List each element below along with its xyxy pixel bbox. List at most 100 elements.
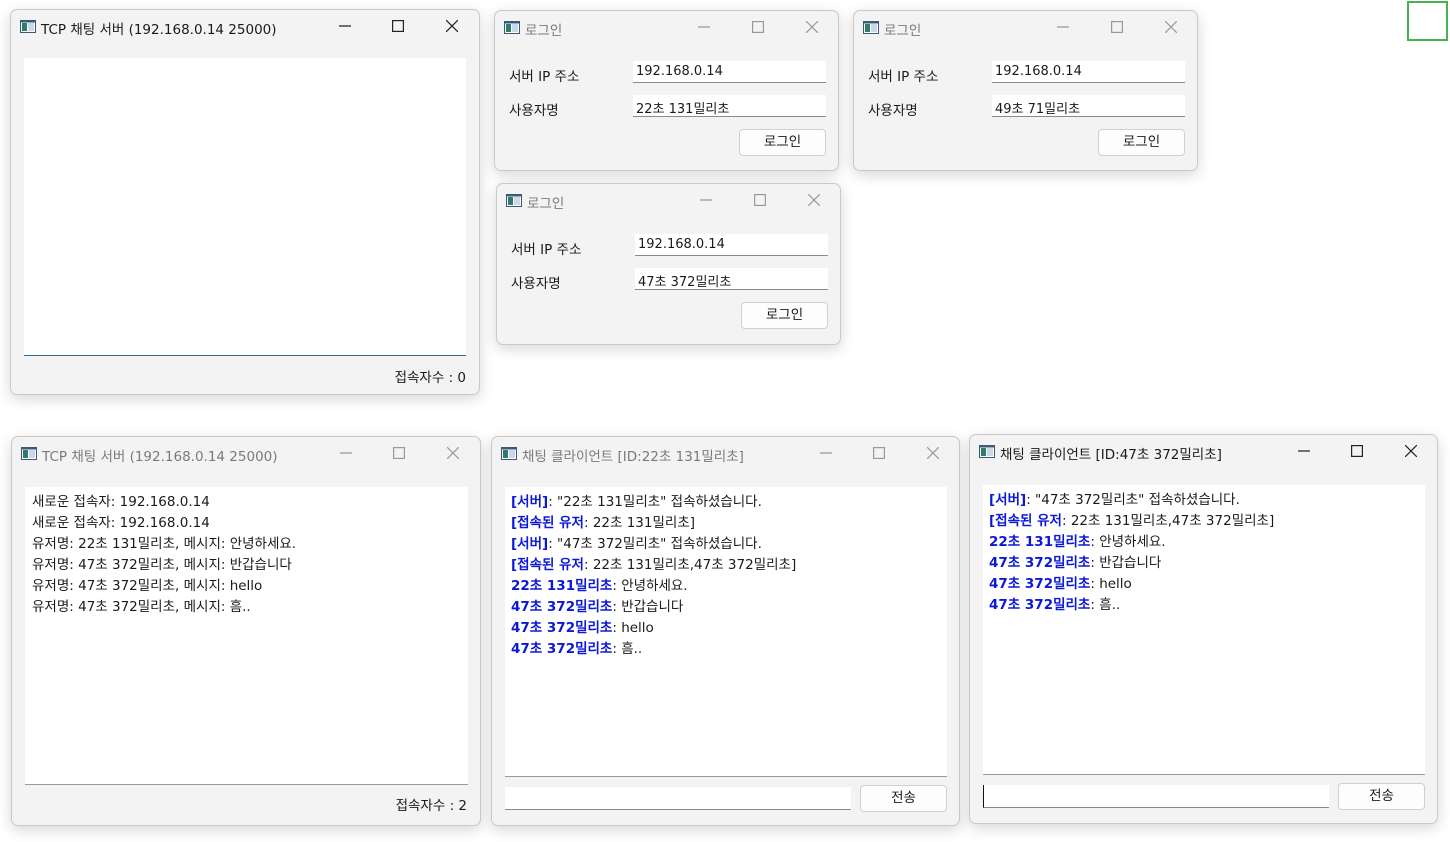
minimize-button[interactable] bbox=[323, 437, 369, 469]
minimize-button[interactable] bbox=[803, 437, 849, 469]
close-button[interactable] bbox=[429, 10, 475, 42]
login-button[interactable]: 로그인 bbox=[1098, 129, 1185, 156]
chat-message-panel[interactable]: [서버]: "22초 131밀리초" 접속하셨습니다. [접속된 유저: 22초… bbox=[505, 487, 947, 777]
close-button[interactable] bbox=[910, 437, 956, 469]
maximize-button[interactable] bbox=[737, 184, 783, 216]
server-ip-input[interactable]: 192.168.0.14 bbox=[635, 234, 828, 256]
message-input[interactable] bbox=[505, 787, 851, 810]
username-input[interactable]: 22초 131밀리초 bbox=[633, 95, 826, 117]
username-input[interactable]: 47초 372밀리초 bbox=[635, 268, 828, 290]
minimize-button[interactable] bbox=[322, 10, 368, 42]
minimize-button[interactable] bbox=[683, 184, 729, 216]
minimize-icon bbox=[1057, 26, 1069, 28]
titlebar[interactable]: 채팅 클라이언트 [ID:22초 131밀리초] bbox=[492, 437, 959, 471]
close-button[interactable] bbox=[791, 184, 837, 216]
message-sender: [접속된 유저 bbox=[511, 557, 584, 573]
maximize-button[interactable] bbox=[856, 437, 902, 469]
close-button[interactable] bbox=[1388, 435, 1434, 467]
login-button[interactable]: 로그인 bbox=[741, 302, 828, 329]
chat-message: [접속된 유저: 22초 131밀리초,47초 372밀리초] bbox=[989, 511, 1419, 532]
log-line: 유저명: 22초 131밀리초, 메시지: 안녕하세요. bbox=[32, 536, 297, 552]
chat-message: 47초 372밀리초: hello bbox=[989, 574, 1419, 595]
maximize-button[interactable] bbox=[1334, 435, 1380, 467]
message-text: : "22초 131밀리초" 접속하셨습니다. bbox=[548, 494, 762, 510]
send-button[interactable]: 전송 bbox=[1338, 783, 1425, 810]
window-title: TCP 채팅 서버 (192.168.0.14 25000) bbox=[42, 449, 278, 465]
close-icon bbox=[1165, 21, 1177, 33]
message-sender: 47초 372밀리초 bbox=[511, 620, 613, 636]
chat-message: 47초 372밀리초: hello bbox=[511, 618, 941, 639]
message-text: : hello bbox=[1090, 576, 1132, 592]
chat-message: [서버]: "47초 372밀리초" 접속하셨습니다. bbox=[511, 534, 941, 555]
server-ip-input[interactable]: 192.168.0.14 bbox=[633, 61, 826, 83]
chat-message: 22초 131밀리초: 안녕하세요. bbox=[511, 576, 941, 597]
app-window-icon bbox=[504, 21, 520, 34]
titlebar[interactable]: 로그인 bbox=[497, 184, 840, 218]
message-text: : 22초 131밀리초,47초 372밀리초] bbox=[1061, 513, 1275, 529]
titlebar[interactable]: 로그인 bbox=[495, 11, 838, 45]
window-title: 로그인 bbox=[527, 196, 565, 212]
maximize-icon bbox=[754, 194, 766, 206]
maximize-icon bbox=[752, 21, 764, 33]
maximize-button[interactable] bbox=[735, 11, 781, 43]
message-text: : 안녕하세요. bbox=[1090, 534, 1166, 550]
message-text: : "47초 372밀리초" 접속하셨습니다. bbox=[1026, 492, 1240, 508]
server-ip-label: 서버 IP 주소 bbox=[868, 69, 939, 85]
maximize-button[interactable] bbox=[376, 437, 422, 469]
message-input[interactable] bbox=[983, 785, 1329, 808]
server-window-top: TCP 채팅 서버 (192.168.0.14 25000) 접속자수 : 0 bbox=[10, 9, 480, 395]
chat-message: 47초 372밀리초: 흠.. bbox=[511, 639, 941, 660]
minimize-button[interactable] bbox=[1281, 435, 1327, 467]
app-window-icon bbox=[20, 20, 36, 33]
server-ip-label: 서버 IP 주소 bbox=[511, 242, 582, 258]
titlebar[interactable]: TCP 채팅 서버 (192.168.0.14 25000) bbox=[11, 10, 479, 44]
message-text: : 22초 131밀리초] bbox=[583, 515, 696, 531]
message-sender: [서버] bbox=[511, 536, 549, 552]
username-input[interactable]: 49초 71밀리초 bbox=[992, 95, 1185, 117]
maximize-icon bbox=[392, 20, 404, 32]
minimize-icon bbox=[1298, 450, 1310, 452]
chat-message: [서버]: "22초 131밀리초" 접속하셨습니다. bbox=[511, 492, 941, 513]
log-line: 새로운 접속자: 192.168.0.14 bbox=[32, 515, 210, 531]
send-button[interactable]: 전송 bbox=[860, 785, 947, 812]
server-ip-input[interactable]: 192.168.0.14 bbox=[992, 61, 1185, 83]
server-log-panel[interactable] bbox=[24, 58, 466, 356]
message-sender: 22초 131밀리초 bbox=[989, 534, 1091, 550]
chat-client-window-2: 채팅 클라이언트 [ID:47초 372밀리초] [서버]: "47초 372밀… bbox=[969, 434, 1438, 824]
log-line: 유저명: 47초 372밀리초, 메시지: hello bbox=[32, 578, 263, 594]
message-text: : 22초 131밀리초,47초 372밀리초] bbox=[583, 557, 797, 573]
close-icon bbox=[927, 447, 939, 459]
titlebar[interactable]: TCP 채팅 서버 (192.168.0.14 25000) bbox=[12, 437, 480, 471]
server-ip-label: 서버 IP 주소 bbox=[509, 69, 580, 85]
app-window-icon bbox=[21, 447, 37, 460]
close-icon bbox=[808, 194, 820, 206]
message-text: : 안녕하세요. bbox=[612, 578, 688, 594]
close-button[interactable] bbox=[1148, 11, 1194, 43]
maximize-button[interactable] bbox=[1094, 11, 1140, 43]
login-window-2: 로그인 서버 IP 주소 192.168.0.14 사용자명 49초 71밀리초… bbox=[853, 10, 1198, 171]
titlebar[interactable]: 채팅 클라이언트 [ID:47초 372밀리초] bbox=[970, 435, 1437, 469]
minimize-button[interactable] bbox=[681, 11, 727, 43]
app-window-icon bbox=[979, 445, 995, 458]
minimize-icon bbox=[700, 199, 712, 201]
minimize-button[interactable] bbox=[1040, 11, 1086, 43]
app-window-icon bbox=[863, 21, 879, 34]
close-button[interactable] bbox=[430, 437, 476, 469]
titlebar[interactable]: 로그인 bbox=[854, 11, 1197, 45]
message-sender: [서버] bbox=[511, 494, 549, 510]
message-sender: 47초 372밀리초 bbox=[511, 599, 613, 615]
chat-message: [서버]: "47초 372밀리초" 접속하셨습니다. bbox=[989, 490, 1419, 511]
chat-message-panel[interactable]: [서버]: "47초 372밀리초" 접속하셨습니다. [접속된 유저: 22초… bbox=[983, 485, 1425, 775]
login-window-1: 로그인 서버 IP 주소 192.168.0.14 사용자명 22초 131밀리… bbox=[494, 10, 839, 171]
maximize-icon bbox=[1111, 21, 1123, 33]
window-title: 채팅 클라이언트 [ID:47초 372밀리초] bbox=[1000, 447, 1222, 463]
server-log-panel[interactable]: 새로운 접속자: 192.168.0.14 새로운 접속자: 192.168.0… bbox=[25, 487, 468, 785]
maximize-button[interactable] bbox=[375, 10, 421, 42]
minimize-icon bbox=[340, 452, 352, 454]
login-button[interactable]: 로그인 bbox=[739, 129, 826, 156]
close-button[interactable] bbox=[789, 11, 835, 43]
user-count-status: 접속자수 : 0 bbox=[394, 370, 466, 386]
maximize-icon bbox=[873, 447, 885, 459]
message-sender: 47초 372밀리초 bbox=[989, 555, 1091, 571]
message-text: : "47초 372밀리초" 접속하셨습니다. bbox=[548, 536, 762, 552]
